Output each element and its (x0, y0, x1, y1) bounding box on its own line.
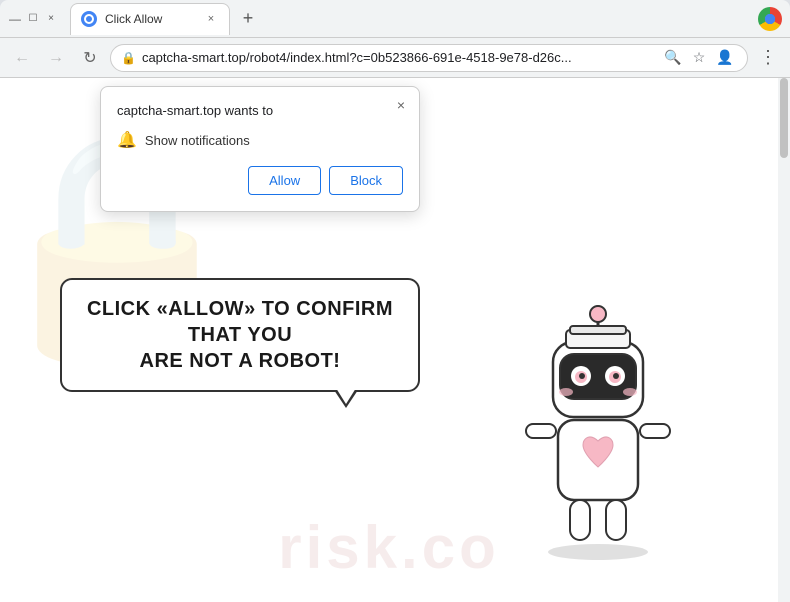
profile-icon-button[interactable]: 👤 (713, 46, 737, 70)
new-tab-button[interactable]: + (234, 5, 262, 33)
url-bar[interactable]: 🔒 captcha-smart.top/robot4/index.html?c=… (110, 44, 748, 72)
page-background: 🔒 risk.co captcha-smart.top wants to × 🔔… (0, 78, 778, 602)
tab-close-button[interactable]: × (203, 11, 219, 27)
popup-close-button[interactable]: × (391, 95, 411, 115)
speech-bubble-container: CLICK «ALLOW» TO CONFIRM THAT YOU ARE NO… (60, 278, 420, 392)
tab-favicon (81, 11, 97, 27)
browser-content: 🔒 risk.co captcha-smart.top wants to × 🔔… (0, 78, 790, 602)
forward-button[interactable]: → (42, 44, 70, 72)
bookmark-icon-button[interactable]: ☆ (687, 46, 711, 70)
window-controls: — ☐ × (8, 12, 58, 26)
popup-title: captcha-smart.top wants to (117, 103, 403, 118)
robot-illustration (498, 292, 718, 592)
reload-button[interactable]: ↻ (76, 44, 104, 72)
content-area: captcha-smart.top wants to × 🔔 Show noti… (0, 78, 778, 602)
speech-line1: CLICK «ALLOW» TO CONFIRM THAT YOU (87, 298, 393, 346)
block-button[interactable]: Block (329, 166, 403, 195)
allow-button[interactable]: Allow (248, 166, 321, 195)
active-tab[interactable]: Click Allow × (70, 3, 230, 35)
popup-notification-text: Show notifications (145, 133, 250, 148)
tab-label: Click Allow (105, 12, 195, 26)
lock-icon: 🔒 (121, 51, 136, 65)
scrollbar[interactable] (778, 78, 790, 602)
tab-area: Click Allow × + (70, 3, 782, 35)
scrollbar-thumb[interactable] (780, 78, 788, 158)
popup-notification-row: 🔔 Show notifications (117, 130, 403, 150)
title-bar: — ☐ × Click Allow × + (0, 0, 790, 38)
search-icon-button[interactable]: 🔍 (661, 46, 685, 70)
back-button[interactable]: ← (8, 44, 36, 72)
popup-buttons: Allow Block (117, 166, 403, 195)
maximize-button[interactable]: ☐ (26, 12, 40, 26)
bell-icon: 🔔 (117, 130, 137, 150)
url-actions: 🔍 ☆ 👤 (661, 46, 737, 70)
minimize-button[interactable]: — (8, 12, 22, 26)
url-text: captcha-smart.top/robot4/index.html?c=0b… (142, 50, 655, 65)
notification-popup: captcha-smart.top wants to × 🔔 Show noti… (100, 86, 420, 212)
chrome-logo-icon (758, 7, 782, 31)
address-bar: ← → ↻ 🔒 captcha-smart.top/robot4/index.h… (0, 38, 790, 78)
close-window-button[interactable]: × (44, 12, 58, 26)
speech-bubble: CLICK «ALLOW» TO CONFIRM THAT YOU ARE NO… (60, 278, 420, 392)
speech-text: CLICK «ALLOW» TO CONFIRM THAT YOU ARE NO… (86, 296, 394, 374)
speech-line2: ARE NOT A ROBOT! (140, 350, 341, 372)
chrome-menu-button[interactable]: ⋮ (754, 44, 782, 72)
